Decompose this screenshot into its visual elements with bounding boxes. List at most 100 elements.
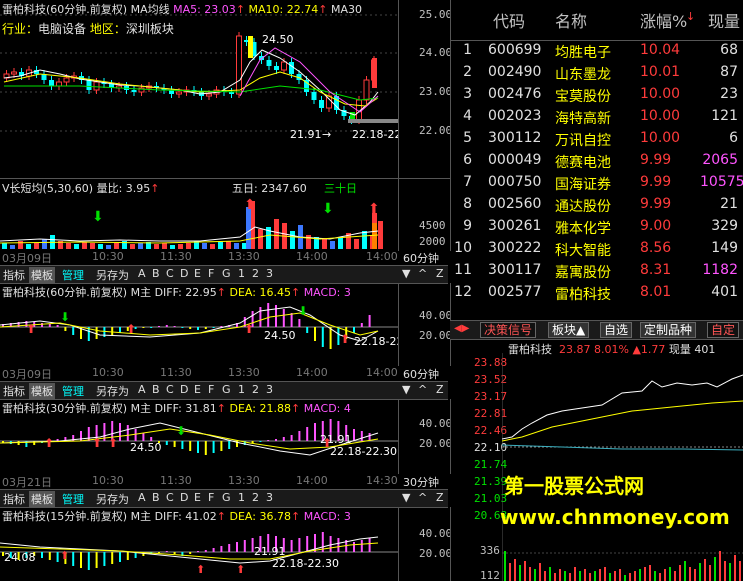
toolbar-up-button[interactable]: ^ [418, 383, 427, 396]
toolbar-slot-1[interactable]: 1 [238, 267, 245, 280]
sort-desc-icon[interactable]: ↓ [686, 10, 695, 23]
period-label[interactable]: 60分钟 [403, 250, 439, 266]
macd-bar [173, 326, 176, 327]
toolbar-dropdown-button[interactable]: ▼ [402, 267, 410, 280]
toolbar-template[interactable]: 模板 [29, 491, 55, 507]
macd-panel-30min[interactable]: 雷柏科技(30分钟.前复权) M主 DIFF: 31.81↑ DEA: 21.8… [0, 399, 451, 474]
toolbar-slot-b[interactable]: B [152, 383, 160, 396]
toolbar-slot-f[interactable]: F [208, 383, 214, 396]
intraday-volume-bar [589, 573, 591, 581]
kline-panel[interactable]: 雷柏科技(60分钟.前复权) MA均线 MA5: 23.03↑ MA10: 22… [0, 0, 451, 178]
scroll-left-icon[interactable]: ◀▶ [454, 323, 469, 334]
toolbar-slot-c[interactable]: C [166, 383, 174, 396]
tab-custom-instruments[interactable]: 定制品种 [640, 322, 697, 338]
table-row[interactable]: 9 300261 雅本化学 9.00 329 [450, 216, 738, 238]
table-row[interactable]: 2 002490 山东墨龙 10.01 87 [450, 62, 738, 84]
candle-body [236, 35, 242, 95]
macd-bar [360, 540, 363, 552]
toolbar-save-as[interactable]: 另存为 [96, 267, 129, 283]
toolbar-slot-d[interactable]: D [180, 383, 188, 396]
period-label[interactable]: 30分钟 [403, 474, 439, 490]
table-row[interactable]: 6 000049 德赛电池 9.99 2065 [450, 150, 738, 172]
toolbar-indicator[interactable]: 指标 [3, 267, 25, 283]
macd-bar [142, 327, 145, 328]
toolbar-slot-a[interactable]: A [138, 267, 146, 280]
toolbar-slot-a[interactable]: A [138, 491, 146, 504]
macd-bar [181, 327, 184, 328]
tab-decision-signal[interactable]: 决策信号 [480, 322, 537, 338]
tab-sector[interactable]: 板块▲ [548, 322, 590, 338]
macd-bar [197, 551, 199, 552]
toolbar-slot-1[interactable]: 1 [238, 491, 245, 504]
toolbar-slot-c[interactable]: C [166, 491, 174, 504]
toolbar-up-button[interactable]: ^ [418, 267, 427, 280]
toolbar-slot-g[interactable]: G [222, 491, 231, 504]
toolbar-dropdown-button[interactable]: ▼ [402, 383, 410, 396]
toolbar-slot-e[interactable]: E [194, 491, 201, 504]
macd-bar [41, 323, 43, 327]
toolbar-slot-e[interactable]: E [194, 267, 201, 280]
table-row[interactable]: 3 002476 宝莫股份 10.00 23 [450, 84, 738, 106]
toolbar-slot-3[interactable]: 3 [266, 267, 273, 280]
toolbar-template[interactable]: 模板 [29, 383, 55, 399]
toolbar-slot-2[interactable]: 2 [252, 267, 259, 280]
macd-panel-60min[interactable]: 雷柏科技(60分钟.前复权) M主 DIFF: 22.95↑ DEA: 16.4… [0, 283, 451, 366]
toolbar-template[interactable]: 模板 [29, 267, 55, 283]
toolbar-slot-b[interactable]: B [152, 491, 160, 504]
toolbar-save-as[interactable]: 另存为 [96, 491, 129, 507]
tab-user-defined[interactable]: 自定 [707, 322, 740, 338]
toolbar-slot-a[interactable]: A [138, 383, 146, 396]
toolbar-z-button[interactable]: Z [436, 383, 444, 396]
toolbar-z-button[interactable]: Z [436, 267, 444, 280]
macd-y-tick: 20.00 [419, 547, 451, 560]
toolbar-slot-2[interactable]: 2 [252, 491, 259, 504]
toolbar-z-button[interactable]: Z [436, 491, 444, 504]
toolbar-up-button[interactable]: ^ [418, 491, 427, 504]
period-label[interactable]: 60分钟 [403, 366, 439, 382]
toolbar-save-as[interactable]: 另存为 [96, 383, 129, 399]
table-row[interactable]: 4 002023 海特高新 10.00 121 [450, 106, 738, 128]
intraday-panel[interactable]: 雷柏科技 23.87 8.01% ▲1.77 现量 401 23.88 23.5… [450, 339, 743, 581]
toolbar-slot-f[interactable]: F [208, 267, 214, 280]
macd-panel-15min[interactable]: 雷柏科技(15分钟.前复权) M主 DIFF: 41.02↑ DEA: 36.7… [0, 507, 451, 581]
toolbar-indicator[interactable]: 指标 [3, 383, 25, 399]
time-tick: 11:30 [160, 250, 192, 263]
column-header-code[interactable]: 代码 [493, 8, 525, 32]
toolbar-dropdown-button[interactable]: ▼ [402, 491, 410, 504]
table-row[interactable]: 1 600699 均胜电子 10.04 68 [450, 40, 738, 62]
toolbar-slot-e[interactable]: E [194, 383, 201, 396]
toolbar-slot-1[interactable]: 1 [238, 383, 245, 396]
toolbar-slot-f[interactable]: F [208, 491, 214, 504]
table-row[interactable]: 12 002577 雷柏科技 8.01 401 [450, 282, 738, 304]
toolbar-manage[interactable]: 管理 [62, 491, 84, 507]
toolbar-slot-d[interactable]: D [180, 491, 188, 504]
toolbar-slot-g[interactable]: G [222, 267, 231, 280]
toolbar-slot-d[interactable]: D [180, 267, 188, 280]
macd-annotation: 24.50 [264, 329, 296, 342]
toolbar-manage[interactable]: 管理 [62, 267, 84, 283]
volume-panel[interactable]: V长短均(5,30,60) 量比: 3.95↑ 五日: 2347.60 三十日 … [0, 178, 451, 251]
toolbar-manage[interactable]: 管理 [62, 383, 84, 399]
column-header-volume[interactable]: 现量 [708, 8, 740, 32]
toolbar-slot-3[interactable]: 3 [266, 383, 273, 396]
intraday-volume-bar [529, 567, 531, 581]
table-row[interactable]: 10 300222 科大智能 8.56 149 [450, 238, 738, 260]
table-row[interactable]: 8 002560 通达股份 9.99 21 [450, 194, 738, 216]
column-header-name[interactable]: 名称 [555, 8, 587, 32]
table-row[interactable]: 11 300117 嘉寓股份 8.31 1182 [450, 260, 738, 282]
macd-bar [64, 327, 67, 331]
macd-bar [228, 441, 231, 449]
macd-bar [72, 327, 75, 335]
column-header-change[interactable]: 涨幅% [640, 8, 687, 32]
toolbar-slot-3[interactable]: 3 [266, 491, 273, 504]
tab-watchlist[interactable]: 自选 [600, 322, 633, 338]
toolbar-indicator[interactable]: 指标 [3, 491, 25, 507]
macd-bar [212, 441, 215, 453]
toolbar-slot-2[interactable]: 2 [252, 383, 259, 396]
toolbar-slot-b[interactable]: B [152, 267, 160, 280]
toolbar-slot-g[interactable]: G [222, 383, 231, 396]
kline-y-tick: 24.00 [419, 46, 451, 59]
table-row[interactable]: 5 300112 万讯自控 10.00 6 [450, 128, 738, 150]
table-row[interactable]: 7 000750 国海证券 9.99 10575 [450, 172, 743, 194]
toolbar-slot-c[interactable]: C [166, 267, 174, 280]
